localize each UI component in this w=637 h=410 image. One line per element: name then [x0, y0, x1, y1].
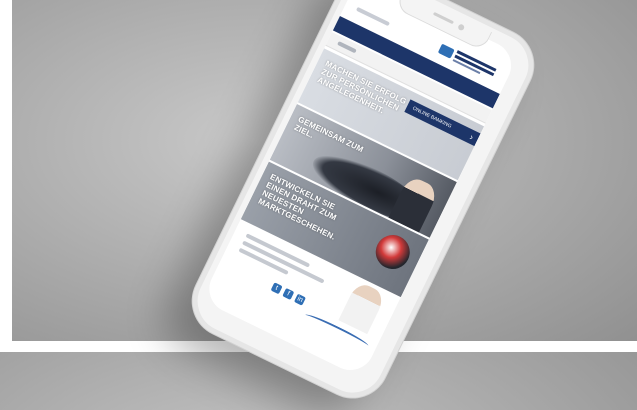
- front-camera-icon: [457, 23, 466, 32]
- facebook-icon[interactable]: f: [282, 287, 295, 300]
- racing-helmet-image: [370, 229, 416, 275]
- linkedin-icon[interactable]: in: [293, 293, 306, 306]
- speaker-grille: [432, 11, 454, 25]
- utility-link[interactable]: [355, 6, 391, 27]
- breadcrumb-home[interactable]: [337, 41, 357, 54]
- white-frame-left: [0, 0, 12, 352]
- social-links: t f in: [270, 282, 306, 306]
- online-banking-label: ONLINE BANKING: [411, 105, 453, 130]
- phone-screen: MACHEN SIE ERFOLG ZUR PERSÖNLICHEN ANGEL…: [201, 0, 520, 379]
- chevron-right-icon: ›: [468, 131, 476, 143]
- twitter-icon[interactable]: t: [270, 282, 283, 295]
- businesswoman-photo: [338, 280, 387, 335]
